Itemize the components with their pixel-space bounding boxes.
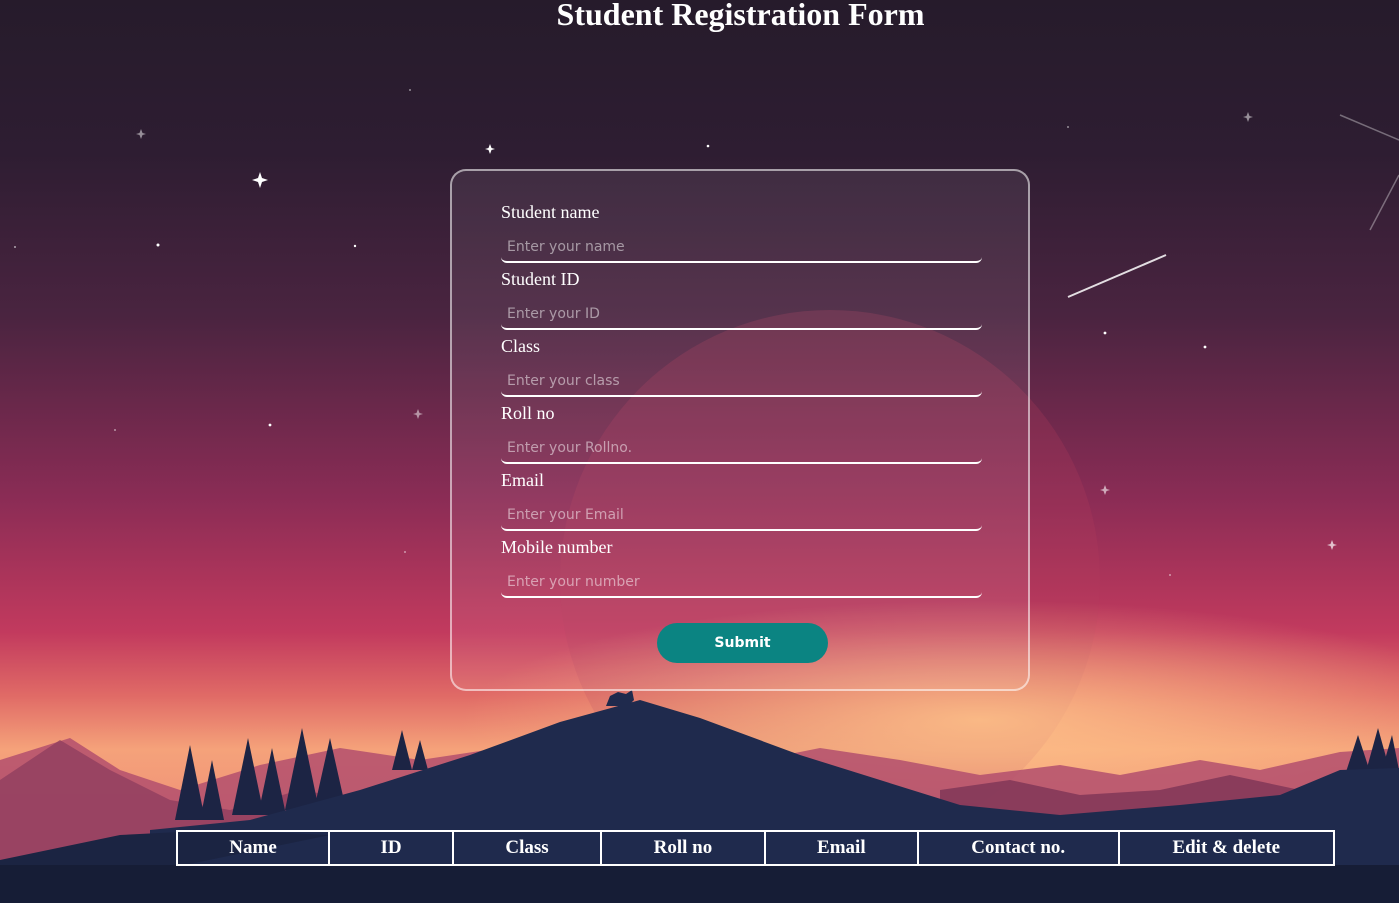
roll-no-input[interactable]	[501, 433, 982, 464]
table-header-row: Name ID Class Roll no Email Contact no. …	[175, 830, 1336, 866]
student-id-input[interactable]	[501, 299, 982, 330]
registration-form: Student name Student ID Class Roll no Em…	[450, 169, 1030, 691]
submit-button[interactable]: Submit	[657, 623, 828, 663]
roll-no-label: Roll no	[501, 403, 555, 423]
column-header-id: ID	[328, 830, 455, 866]
column-header-name: Name	[175, 830, 331, 866]
column-header-class: Class	[452, 830, 603, 866]
column-header-roll-no: Roll no	[600, 830, 766, 866]
student-id-label: Student ID	[501, 269, 580, 289]
column-header-edit-delete: Edit & delete	[1117, 830, 1336, 866]
column-header-email: Email	[763, 830, 919, 866]
mobile-number-label: Mobile number	[501, 537, 613, 557]
student-name-input[interactable]	[501, 232, 982, 263]
class-label: Class	[501, 336, 541, 356]
mobile-number-input[interactable]	[501, 567, 982, 598]
page-title: Student Registration Form	[556, 0, 925, 32]
student-records-table: Name ID Class Roll no Email Contact no. …	[175, 830, 1336, 866]
student-name-label: Student name	[501, 202, 600, 222]
column-header-contact-no: Contact no.	[916, 830, 1120, 866]
class-input[interactable]	[501, 366, 982, 397]
email-label: Email	[501, 470, 544, 490]
email-input[interactable]	[501, 500, 982, 531]
